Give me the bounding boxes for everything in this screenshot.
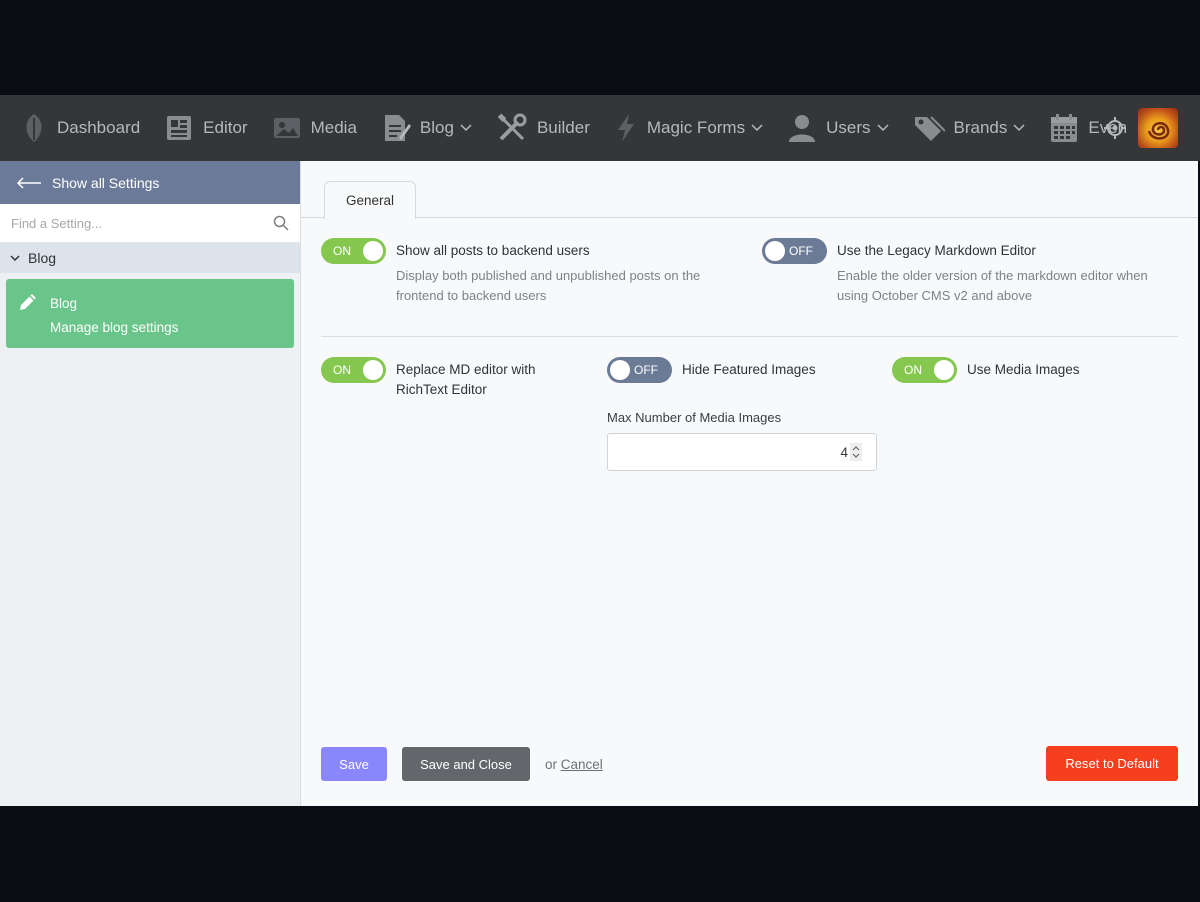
arrow-left-icon	[16, 176, 41, 189]
section-divider	[321, 336, 1178, 337]
nav-dashboard[interactable]: Dashboard	[20, 95, 140, 161]
top-navigation: Dashboard Editor Media Blog Builder Magi…	[0, 95, 1200, 161]
hide-featured-toggle[interactable]: OFF	[607, 357, 672, 383]
nav-label-media: Media	[310, 118, 357, 137]
nav-label-dashboard: Dashboard	[57, 118, 141, 137]
editor-icon	[167, 116, 192, 140]
tags-icon	[914, 116, 945, 141]
chevron-down-icon	[876, 124, 889, 132]
nav-builder[interactable]: Builder	[496, 95, 590, 161]
use-media-toggle[interactable]: ON	[892, 357, 957, 383]
field-hide-featured: OFF Hide Featured Images	[607, 357, 877, 383]
settings-form: General ON Show all posts to backend use…	[301, 161, 1198, 806]
calendar-icon	[1051, 114, 1078, 142]
nav-brands[interactable]: Brands	[913, 95, 1026, 161]
show-all-settings-label: Show all Settings	[52, 174, 160, 191]
save-button[interactable]: Save	[321, 747, 387, 781]
nav-editor[interactable]: Editor	[164, 95, 248, 161]
show-all-posts-comment: Display both published and unpublished p…	[396, 268, 701, 303]
sidebar-item-description: Manage blog settings	[50, 320, 179, 335]
avatar-icon[interactable]	[1138, 108, 1178, 148]
show-all-posts-toggle[interactable]: ON	[321, 238, 386, 264]
replace-md-label: Replace MD editor with RichText Editor	[396, 362, 536, 397]
field-legacy-markdown: OFF Use the Legacy Markdown Editor Enabl…	[762, 238, 1182, 306]
nav-label-magic-forms: Magic Forms	[646, 118, 746, 137]
number-spinner[interactable]	[850, 443, 862, 461]
max-media-input[interactable]: 4	[607, 433, 877, 471]
blog-icon	[384, 115, 411, 141]
tab-general[interactable]: General	[324, 181, 416, 219]
nav-label-blog: Blog	[419, 118, 454, 137]
or-text: or	[545, 757, 558, 772]
sidebar-group-label: Blog	[28, 250, 57, 266]
replace-md-toggle[interactable]: ON	[321, 357, 386, 383]
cancel-wrapper: or Cancel	[545, 757, 603, 772]
cancel-link[interactable]: Cancel	[561, 757, 603, 772]
nav-right-tools	[1104, 95, 1178, 161]
toggle-state-label: ON	[333, 363, 351, 377]
field-replace-md: ON Replace MD editor with RichText Edito…	[321, 357, 591, 400]
chevron-down-icon	[1013, 124, 1025, 132]
toggle-state-label: OFF	[789, 244, 813, 258]
leaf-icon	[26, 114, 42, 142]
nav-users[interactable]: Users	[787, 95, 889, 161]
reset-to-default-button[interactable]: Reset to Default	[1046, 746, 1178, 781]
chevron-down-icon	[10, 254, 20, 261]
max-media-value: 4	[840, 444, 848, 460]
pencil-icon	[20, 294, 36, 310]
toggle-knob	[934, 360, 954, 380]
lightning-icon	[617, 114, 634, 142]
nav-media[interactable]: Media	[272, 95, 357, 161]
media-icon	[273, 118, 300, 138]
sidebar-item-title: Blog	[50, 296, 78, 311]
sidebar-group-blog[interactable]: Blog	[0, 243, 300, 273]
toggle-state-label: OFF	[634, 363, 658, 377]
toggle-state-label: ON	[333, 244, 351, 258]
nav-label-builder: Builder	[536, 118, 590, 137]
show-all-posts-label: Show all posts to backend users	[396, 243, 590, 258]
spinner-arrows-icon	[852, 446, 860, 458]
nav-label-editor: Editor	[203, 118, 248, 137]
settings-sidebar: Show all Settings Blog Blog Manage blog …	[0, 161, 301, 806]
crosshair-icon[interactable]	[1104, 117, 1126, 139]
nav-label-brands: Brands	[953, 118, 1008, 137]
nav-blog[interactable]: Blog	[381, 95, 472, 161]
save-and-close-button[interactable]: Save and Close	[402, 747, 530, 781]
legacy-markdown-comment: Enable the older version of the markdown…	[837, 268, 1148, 303]
nav-magic-forms[interactable]: Magic Forms	[614, 95, 763, 161]
field-show-all-posts: ON Show all posts to backend users Displ…	[321, 238, 741, 306]
settings-search-input[interactable]	[11, 215, 273, 231]
toggle-state-label: ON	[904, 363, 922, 377]
hide-featured-label: Hide Featured Images	[682, 362, 816, 377]
sidebar-item-blog[interactable]: Blog Manage blog settings	[6, 279, 294, 348]
nav-label-users: Users	[826, 118, 871, 137]
legacy-markdown-label: Use the Legacy Markdown Editor	[837, 243, 1036, 258]
search-icon[interactable]	[273, 215, 289, 231]
use-media-label: Use Media Images	[967, 362, 1080, 377]
toggle-knob	[363, 241, 383, 261]
chevron-down-icon	[751, 124, 763, 132]
tab-bar: General	[301, 161, 1198, 219]
legacy-markdown-toggle[interactable]: OFF	[762, 238, 827, 264]
max-media-label: Max Number of Media Images	[607, 410, 782, 425]
builder-icon	[497, 113, 527, 141]
chevron-down-icon	[460, 124, 472, 132]
settings-search	[0, 204, 300, 243]
user-icon	[789, 115, 816, 142]
field-use-media: ON Use Media Images	[892, 357, 1162, 383]
toggle-knob	[363, 360, 383, 380]
show-all-settings-link[interactable]: Show all Settings	[0, 161, 300, 204]
toggle-knob	[765, 241, 785, 261]
toggle-knob	[610, 360, 630, 380]
